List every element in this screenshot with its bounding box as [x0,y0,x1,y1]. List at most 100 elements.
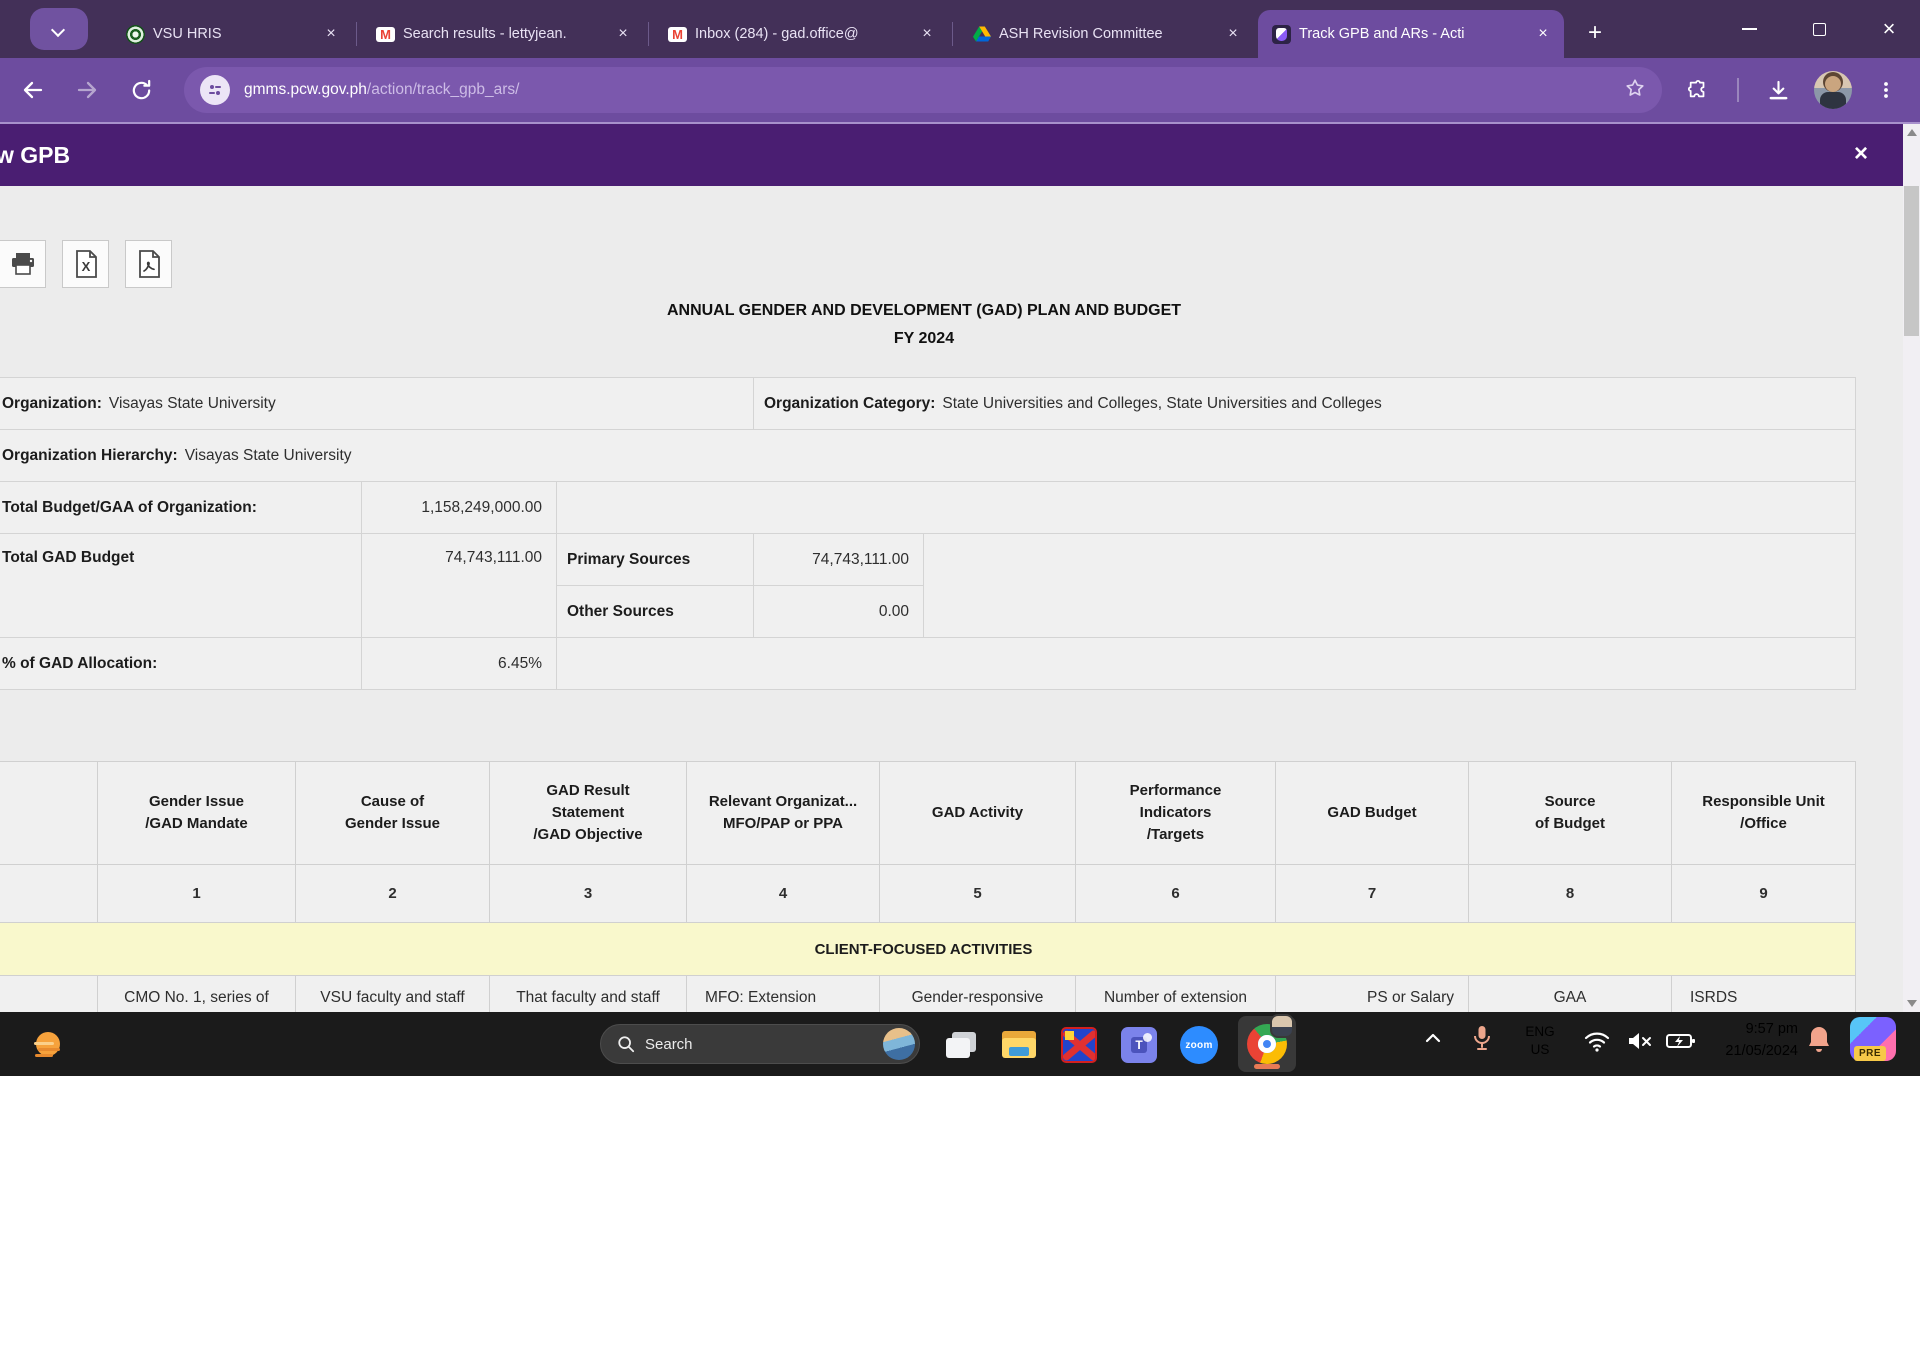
taskbar-app-desktop-window[interactable] [942,1026,980,1064]
haze-sun-icon [26,1022,70,1066]
window-minimize-button[interactable] [1726,0,1772,58]
taskbar-app-chrome-active[interactable] [1238,1016,1296,1072]
tab-search-results[interactable]: M Search results - lettyjean. × [362,10,644,58]
tray-notification-bell[interactable] [1806,1025,1832,1055]
search-highlight-thumbnail[interactable] [883,1028,915,1060]
total-budget-value-cell: 1,158,249,000.00 [362,482,557,534]
address-bar[interactable]: gmms.pcw.gov.ph/action/track_gpb_ars/ [184,67,1662,113]
scroll-down-arrow[interactable] [1903,995,1920,1012]
taskbar-app-teams[interactable]: T [1120,1026,1158,1064]
tray-clock[interactable]: 9:57 pm 21/05/2024 [1690,1019,1798,1063]
export-pdf-button[interactable] [125,240,172,288]
microphone-icon [1472,1024,1492,1052]
new-tab-button[interactable]: + [1578,16,1612,50]
back-arrow-icon [21,78,45,102]
bookmark-star-icon[interactable] [1624,77,1646,104]
tab-title: Inbox (284) - gad.office@ [695,26,908,42]
col-header-relevant-org: Relevant Organizat...MFO/PAP or PPA [687,762,880,865]
column-number-cell: 6 [1076,865,1276,923]
column-number-cell: 7 [1276,865,1469,923]
window-close-button[interactable]: × [1866,0,1912,58]
maximize-icon [1813,23,1826,36]
column-number-cell: 4 [687,865,880,923]
scrollbar-thumb[interactable] [1904,186,1919,336]
tab-close-icon[interactable]: × [1532,23,1554,45]
weather-widget-icon[interactable] [26,1022,70,1066]
tab-close-icon[interactable]: × [320,23,342,45]
tab-close-icon[interactable]: × [1222,23,1244,45]
gad-allocation-label-cell: % of GAD Allocation: [0,638,362,690]
tab-search-button[interactable] [30,8,88,50]
tab-track-gpb-active[interactable]: Track GPB and ARs - Acti × [1258,10,1564,58]
tray-microphone[interactable] [1472,1024,1492,1052]
column-number-cell: 8 [1469,865,1672,923]
taskbar-app-red-ribbon[interactable] [1060,1026,1098,1064]
print-button[interactable] [0,240,46,288]
tab-title: Track GPB and ARs - Acti [1299,26,1524,42]
tray-wifi[interactable] [1584,1030,1610,1052]
site-settings-icon[interactable] [200,75,230,105]
table-row-cell: Gender-responsive [880,976,1076,1012]
page-content: X ANNUAL GENDER AND DEVELOPMENT (GAD) PL… [0,186,1903,1012]
active-app-indicator [1254,1064,1280,1069]
tab-inbox[interactable]: M Inbox (284) - gad.office@ × [654,10,948,58]
toolbar-separator [1737,78,1739,102]
col-header-gender-issue: Gender Issue/GAD Mandate [98,762,296,865]
extensions-button[interactable] [1680,72,1716,108]
gad-allocation-label: % of GAD Allocation: [2,655,157,673]
tab-separator [356,22,357,46]
col-header-cause: Cause ofGender Issue [296,762,490,865]
total-gad-label-cell: Total GAD Budget [0,534,362,638]
other-sources-value-cell: 0.00 [754,586,924,638]
table-row-cell: ISRDS [1672,976,1856,1012]
taskbar-app-zoom[interactable]: zoom [1180,1026,1218,1064]
gmail-favicon: M [668,27,687,42]
tab-close-icon[interactable]: × [612,23,634,45]
url-path: /action/track_gpb_ars/ [367,81,520,98]
forward-button[interactable] [69,72,105,108]
reload-button[interactable] [123,72,159,108]
taskbar-search-box[interactable]: Search [600,1024,920,1064]
vsu-seal-favicon [126,25,145,44]
tray-show-hidden-button[interactable] [1425,1032,1441,1044]
hierarchy-label: Organization Hierarchy: [2,447,178,465]
wifi-icon [1584,1030,1610,1052]
chevron-down-icon [53,23,65,35]
pdf-file-icon [137,250,161,278]
tab-strip: VSU HRIS × M Search results - lettyjean.… [0,0,1920,58]
table-row-cell: GAA [1469,976,1672,1012]
gad-allocation-value-cell: 6.45% [362,638,557,690]
gpb-main-table: Gender Issue/GAD Mandate Cause ofGender … [0,761,1856,1012]
window-maximize-button[interactable] [1796,0,1842,58]
back-button[interactable] [15,72,51,108]
three-dot-menu-icon [1876,80,1896,100]
tab-vsu-hris[interactable]: VSU HRIS × [112,10,352,58]
language-indicator[interactable]: ENG US [1518,1023,1562,1059]
category-value: State Universities and Colleges, State U… [942,395,1381,413]
tab-ash-revision[interactable]: ASH Revision Committee × [958,10,1254,58]
primary-sources-label-cell: Primary Sources [557,534,754,586]
modal-close-button[interactable]: × [1845,138,1877,170]
col-header-performance: PerformanceIndicators/Targets [1076,762,1276,865]
tab-title: ASH Revision Committee [999,26,1214,42]
total-budget-label: Total Budget/GAA of Organization: [2,499,257,517]
tab-separator [648,22,649,46]
export-excel-button[interactable]: X [62,240,109,288]
taskbar-app-file-explorer[interactable] [1000,1026,1038,1064]
table-row-cell: VSU faculty and staff [296,976,490,1012]
start-button[interactable] [538,1029,568,1059]
total-gad-value-cell: 74,743,111.00 [362,534,557,638]
downloads-button[interactable] [1760,72,1796,108]
search-placeholder: Search [645,1036,883,1053]
page-scrollbar[interactable] [1903,124,1920,1012]
browser-menu-button[interactable] [1868,72,1904,108]
table-row-cell: That faculty and staff [490,976,687,1012]
scroll-up-arrow[interactable] [1903,124,1920,141]
column-number-cell: 2 [296,865,490,923]
preview-badge: PRE [1854,1046,1886,1061]
tray-volume-muted[interactable] [1626,1030,1654,1052]
excel-file-icon: X [74,250,98,278]
profile-avatar[interactable] [1814,71,1852,109]
tab-close-icon[interactable]: × [916,23,938,45]
folder-icon [1002,1031,1036,1059]
